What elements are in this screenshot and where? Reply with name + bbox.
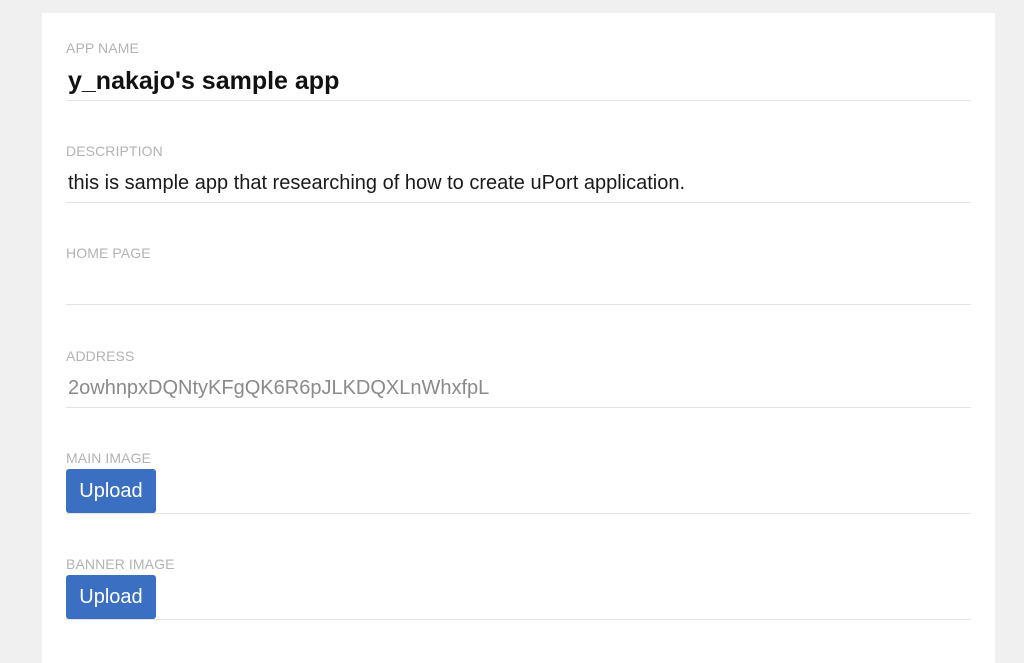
description-label: DESCRIPTION <box>66 143 163 159</box>
app-settings-card: APP NAME y_nakajo's sample app DESCRIPTI… <box>42 13 995 663</box>
home-page-field: HOME PAGE <box>66 244 971 305</box>
app-name-value[interactable]: y_nakajo's sample app <box>68 66 339 96</box>
address-value: 2owhnpxDQNtyKFgQK6R6pJLKDQXLnWhxfpL <box>68 377 490 399</box>
home-page-value[interactable] <box>68 272 468 298</box>
app-name-label: APP NAME <box>66 40 139 56</box>
main-image-label: MAIN IMAGE <box>66 450 152 466</box>
app-name-field: APP NAME y_nakajo's sample app <box>66 40 971 101</box>
address-label: ADDRESS <box>66 348 135 364</box>
address-field: ADDRESS 2owhnpxDQNtyKFgQK6R6pJLKDQXLnWhx… <box>66 347 971 408</box>
home-page-label: HOME PAGE <box>66 245 151 261</box>
description-field: DESCRIPTION this is sample app that rese… <box>66 142 971 203</box>
banner-image-upload-button[interactable]: Upload <box>66 575 156 619</box>
main-image-field: MAIN IMAGE Upload <box>66 449 971 514</box>
description-value[interactable]: this is sample app that researching of h… <box>68 170 685 196</box>
main-image-upload-button[interactable]: Upload <box>66 469 156 513</box>
banner-image-label: BANNER IMAGE <box>66 556 175 572</box>
banner-image-field: BANNER IMAGE Upload <box>66 555 971 620</box>
